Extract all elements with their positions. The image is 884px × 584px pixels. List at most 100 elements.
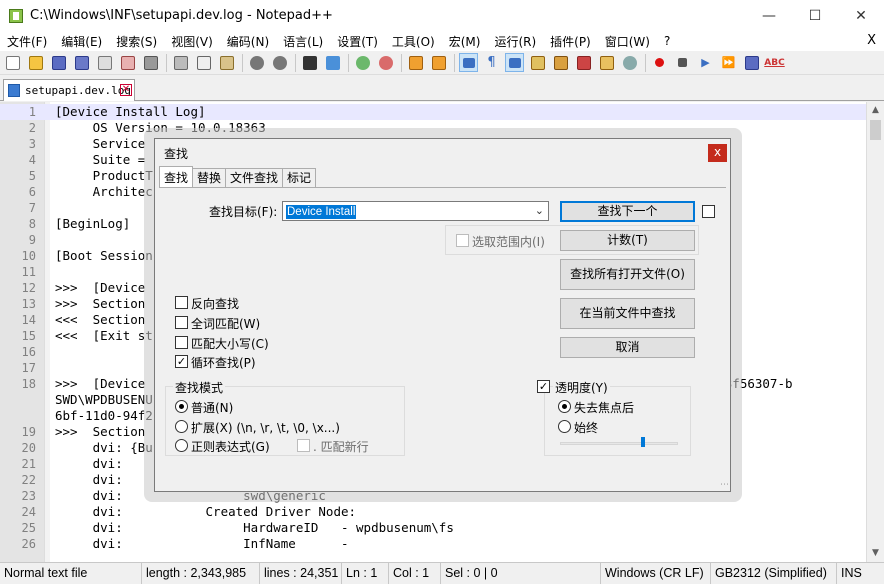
menu-view[interactable]: 视图(V) <box>164 33 220 50</box>
scrollbar-thumb[interactable] <box>870 120 881 140</box>
tab-find[interactable]: 查找 <box>159 166 194 188</box>
menu-tools[interactable]: 工具(O) <box>385 33 442 50</box>
cut-icon[interactable] <box>171 53 190 72</box>
status-eol[interactable]: Windows (CR LF) <box>601 562 711 584</box>
run-macro-multiple-icon[interactable]: ⏩ <box>719 53 738 72</box>
save-icon[interactable] <box>49 53 68 72</box>
redo-icon[interactable] <box>270 53 289 72</box>
sync-horizontal-icon[interactable] <box>429 53 448 72</box>
tab-setupapi-dev-log[interactable]: setupapi.dev.log ✕ <box>3 79 135 101</box>
whole-word-checkbox[interactable] <box>175 316 188 329</box>
save-macro-icon[interactable] <box>742 53 761 72</box>
menu-settings[interactable]: 设置(T) <box>330 33 385 50</box>
find-all-open-files-button[interactable]: 查找所有打开文件(O) <box>560 259 695 290</box>
indent-guide-icon[interactable] <box>505 53 524 72</box>
function-list-icon[interactable] <box>574 53 593 72</box>
replace-icon[interactable] <box>323 53 342 72</box>
play-macro-icon[interactable]: ▶ <box>696 53 715 72</box>
line-number: 13 <box>21 297 36 311</box>
document-map-icon[interactable] <box>551 53 570 72</box>
record-macro-icon[interactable] <box>650 53 669 72</box>
find-next-option-checkbox[interactable] <box>702 205 715 218</box>
find-what-combo[interactable]: Device Install ⌄ <box>282 201 549 221</box>
tab-find-in-files[interactable]: 文件查找 <box>225 168 284 188</box>
menu-edit[interactable]: 编辑(E) <box>54 33 109 50</box>
on-lose-focus-radio[interactable] <box>558 400 571 413</box>
vertical-scrollbar[interactable]: ▲ ▼ <box>866 102 884 562</box>
chevron-down-icon[interactable]: ⌄ <box>535 204 544 217</box>
close-document-icon[interactable]: X <box>867 33 876 48</box>
stop-macro-icon[interactable] <box>673 53 692 72</box>
menu-language[interactable]: 语言(L) <box>276 33 330 50</box>
spell-check-icon[interactable]: ABC <box>764 53 784 72</box>
editor-line[interactable]: 26 dvi: InfName - <box>0 536 866 552</box>
dialog-close-button[interactable]: x <box>708 144 727 162</box>
menu-file[interactable]: 文件(F) <box>0 33 54 50</box>
transparency-slider-thumb[interactable] <box>641 437 645 447</box>
transparency-checkbox[interactable]: ✓ <box>537 380 550 393</box>
transparency-slider-track[interactable] <box>560 442 678 445</box>
word-wrap-icon[interactable] <box>459 53 478 72</box>
mode-normal-radio[interactable] <box>175 400 188 413</box>
open-file-icon[interactable] <box>26 53 45 72</box>
menu-bar: 文件(F) 编辑(E) 搜索(S) 视图(V) 编码(N) 语言(L) 设置(T… <box>0 31 884 51</box>
user-language-icon[interactable] <box>528 53 547 72</box>
undo-icon[interactable] <box>247 53 266 72</box>
in-selection-checkbox[interactable] <box>456 234 469 247</box>
zoom-out-icon[interactable] <box>376 53 395 72</box>
line-text: <<< Section <box>55 312 146 327</box>
close-button[interactable]: ✕ <box>838 0 884 31</box>
minimize-button[interactable]: — <box>746 0 792 31</box>
status-lines: lines : 24,351 <box>260 562 342 584</box>
find-icon[interactable] <box>300 53 319 72</box>
menu-help[interactable]: ? <box>657 34 677 48</box>
editor-line[interactable]: 1 [Device Install Log] <box>0 104 866 120</box>
mode-regex-radio[interactable] <box>175 439 188 452</box>
find-what-label: 查找目标(F): <box>209 205 278 219</box>
editor-line[interactable]: 25 dvi: HardwareID - wpdbusenum\fs <box>0 520 866 536</box>
find-next-button[interactable]: 查找下一个 <box>560 201 695 222</box>
line-text: [Device Install Log] <box>55 104 206 119</box>
match-case-checkbox[interactable] <box>175 336 188 349</box>
show-all-characters-icon[interactable]: ¶ <box>482 53 501 72</box>
resize-grip-icon[interactable]: ⋯ <box>720 480 729 490</box>
toolbar-separator <box>645 53 646 72</box>
backward-checkbox[interactable] <box>175 296 188 309</box>
maximize-button[interactable]: ☐ <box>792 0 838 31</box>
mode-extended-radio[interactable] <box>175 420 188 433</box>
menu-encoding[interactable]: 编码(N) <box>220 33 276 50</box>
save-all-icon[interactable] <box>72 53 91 72</box>
tab-replace[interactable]: 替换 <box>192 168 227 188</box>
find-in-current-file-button[interactable]: 在当前文件中查找 <box>560 298 695 329</box>
zoom-in-icon[interactable] <box>353 53 372 72</box>
new-file-icon[interactable] <box>3 53 22 72</box>
editor-line[interactable]: 24 dvi: Created Driver Node: <box>0 504 866 520</box>
line-number: 21 <box>21 457 36 471</box>
scroll-down-icon[interactable]: ▼ <box>867 545 884 562</box>
scroll-up-icon[interactable]: ▲ <box>867 102 884 119</box>
always-radio[interactable] <box>558 420 571 433</box>
menu-search[interactable]: 搜索(S) <box>109 33 164 50</box>
count-button[interactable]: 计数(T) <box>560 230 695 251</box>
menu-macro[interactable]: 宏(M) <box>442 33 488 50</box>
menu-plugins[interactable]: 插件(P) <box>543 33 598 50</box>
close-all-icon[interactable] <box>118 53 137 72</box>
status-encoding[interactable]: GB2312 (Simplified) <box>711 562 837 584</box>
menu-run[interactable]: 运行(R) <box>487 33 543 50</box>
dot-matches-newline-checkbox[interactable] <box>297 439 310 452</box>
wrap-around-checkbox[interactable]: ✓ <box>175 355 188 368</box>
menu-window[interactable]: 窗口(W) <box>598 33 657 50</box>
cancel-button[interactable]: 取消 <box>560 337 695 358</box>
print-icon[interactable] <box>141 53 160 72</box>
monitoring-icon[interactable] <box>620 53 639 72</box>
paste-icon[interactable] <box>217 53 236 72</box>
sync-vertical-icon[interactable] <box>406 53 425 72</box>
find-what-value[interactable]: Device Install <box>286 205 357 219</box>
tab-mark[interactable]: 标记 <box>282 168 317 188</box>
tab-close-icon[interactable]: ✕ <box>120 84 132 96</box>
line-number: 20 <box>21 441 36 455</box>
close-file-icon[interactable] <box>95 53 114 72</box>
folder-workspace-icon[interactable] <box>597 53 616 72</box>
copy-icon[interactable] <box>194 53 213 72</box>
status-insert-mode[interactable]: INS <box>837 563 881 584</box>
